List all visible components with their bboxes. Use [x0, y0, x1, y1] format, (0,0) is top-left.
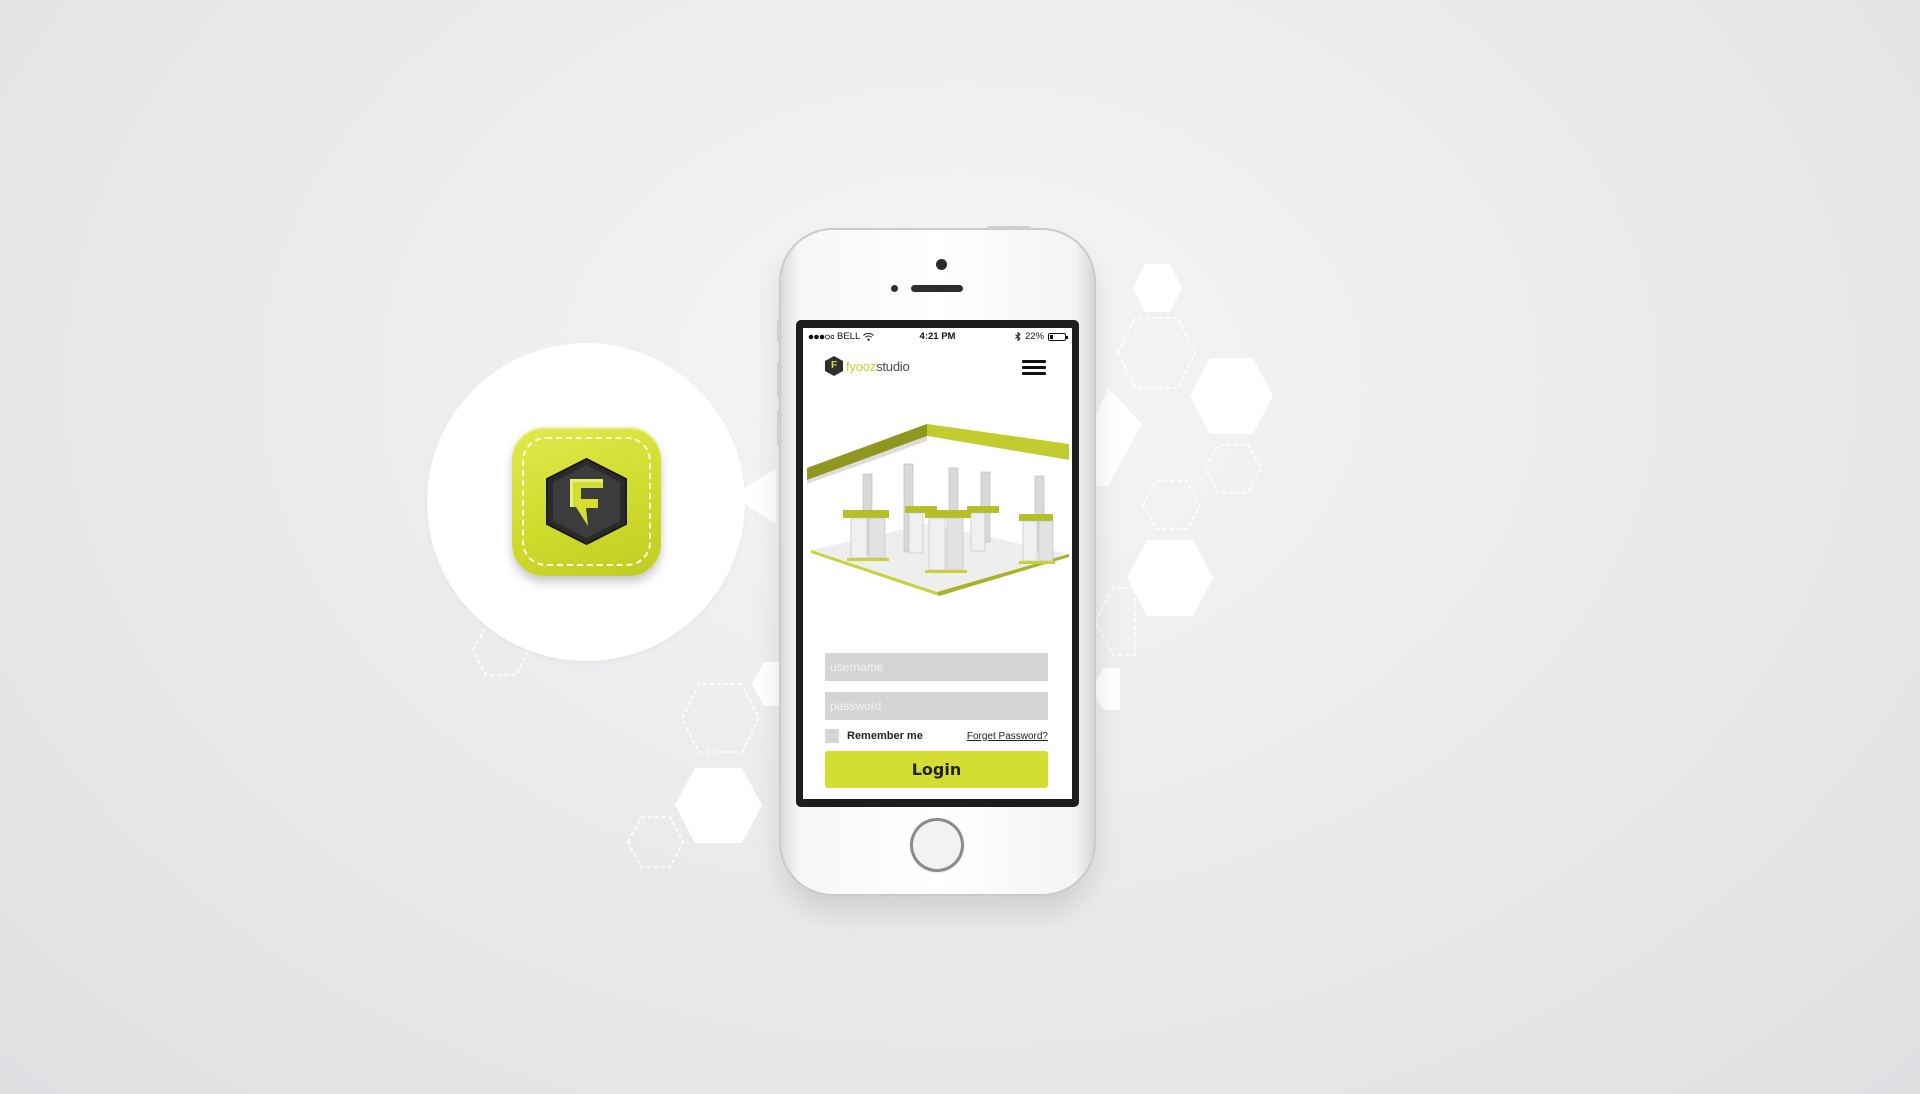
front-camera	[891, 285, 898, 292]
remember-me-checkbox[interactable]	[825, 729, 839, 743]
proximity-sensor	[936, 259, 947, 270]
iphone-mockup: BELL 4:21 PM 22% F fyoozstudio username …	[777, 226, 1094, 894]
logo-text-fyooz: fyooz	[846, 358, 877, 374]
power-button	[987, 226, 1031, 229]
bubble-tail	[732, 468, 776, 524]
bluetooth-icon	[1015, 332, 1021, 341]
fyooz-logo[interactable]: F fyoozstudio	[825, 356, 910, 376]
home-button[interactable]	[910, 818, 964, 872]
username-input[interactable]	[825, 653, 1048, 681]
battery-percent: 22%	[1024, 331, 1044, 342]
volume-down-button	[777, 410, 780, 446]
status-right: 22%	[1015, 331, 1068, 342]
f-hexagon-icon	[546, 457, 627, 546]
menu-line	[1022, 366, 1046, 369]
app-icon[interactable]	[512, 427, 661, 576]
remember-me-label: Remember me	[847, 730, 923, 742]
battery-icon	[1048, 332, 1068, 341]
remember-row: Remember me Forget Password?	[825, 727, 1048, 745]
hamburger-menu-icon[interactable]	[1022, 360, 1046, 376]
remember-me: Remember me	[825, 729, 923, 743]
battery-fill	[1050, 334, 1053, 339]
password-input[interactable]	[825, 692, 1048, 720]
gas-station-illustration	[807, 424, 1069, 596]
menu-line	[1022, 372, 1046, 375]
menu-line	[1022, 360, 1046, 363]
forgot-password-link[interactable]: Forget Password?	[967, 731, 1048, 742]
logo-text: fyoozstudio	[846, 359, 910, 374]
login-button[interactable]: Login	[825, 751, 1048, 788]
status-bar: BELL 4:21 PM 22%	[803, 328, 1072, 344]
app-header: F fyoozstudio	[803, 352, 1072, 382]
logo-mark-icon: F	[825, 356, 843, 376]
volume-up-button	[777, 362, 780, 398]
logo-text-studio: studio	[876, 358, 910, 374]
login-form: Remember me Forget Password? Login	[825, 653, 1048, 788]
phone-screen: BELL 4:21 PM 22% F fyoozstudio username …	[803, 328, 1072, 799]
earpiece-speaker	[911, 285, 963, 292]
mute-switch	[777, 320, 780, 342]
